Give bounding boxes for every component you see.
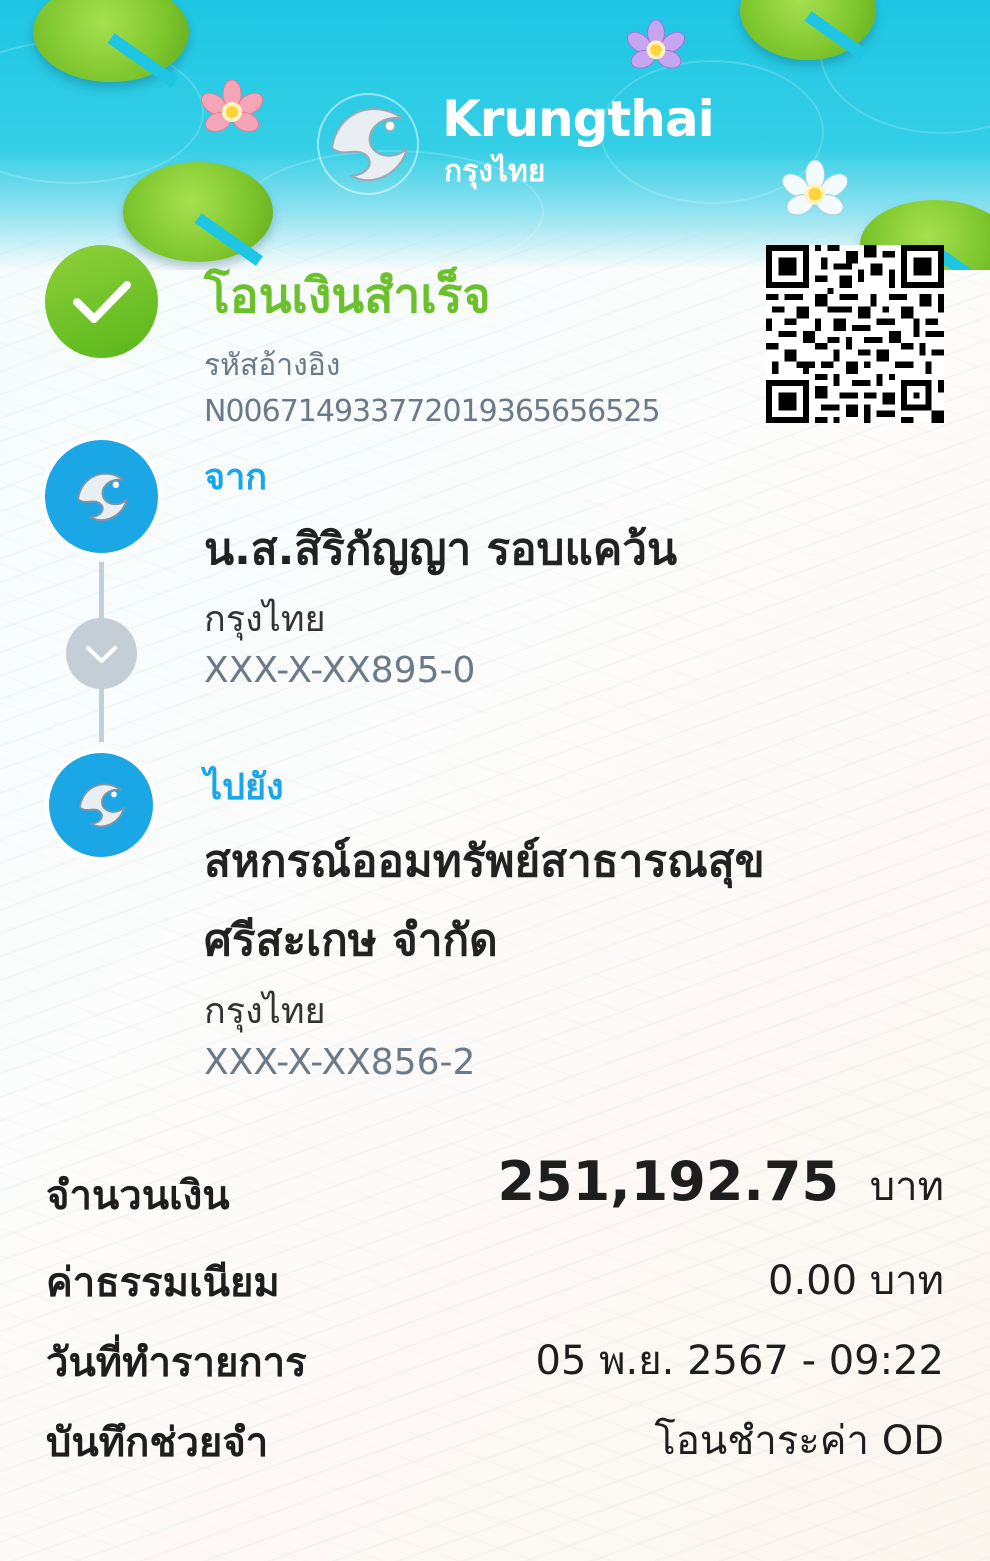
to-label: ไปยัง	[204, 767, 284, 808]
from-label: จาก	[204, 457, 268, 498]
from-bank-avatar	[45, 440, 158, 553]
krungthai-bird-logo-icon	[78, 783, 125, 828]
lotus-flower	[781, 160, 849, 216]
to-bank-avatar	[49, 753, 153, 857]
krungthai-bird-logo-icon	[76, 472, 128, 522]
success-badge	[45, 245, 158, 358]
brand-name-th: กรุงไทย	[444, 154, 546, 189]
krungthai-bird-logo-icon	[317, 93, 419, 195]
lotus-flower	[200, 80, 264, 133]
qr-code[interactable]	[766, 245, 944, 423]
fee-label: ค่าธรรมเนียม	[46, 1260, 280, 1306]
amount-value: 251,192.75	[497, 1150, 840, 1213]
status-title: โอนเงินสำเร็จ	[204, 268, 491, 324]
transfer-direction	[66, 618, 137, 689]
header-banner: Krungthai กรุงไทย	[0, 0, 990, 270]
qr-code-icon	[766, 245, 944, 423]
lotus-flower	[626, 20, 686, 69]
amount-value-group: 251,192.75 บาท	[497, 1150, 944, 1218]
check-icon	[73, 281, 131, 323]
memo-value: โอนชำระค่า OD	[654, 1418, 944, 1464]
brand-name-en: Krungthai	[442, 90, 715, 148]
transfer-slip: Krungthai กรุงไทย โอนเงินสำเร็จ รหัสอ้าง…	[0, 0, 990, 1561]
amount-unit: บาท	[869, 1164, 944, 1210]
date-label: วันที่ทำรายการ	[46, 1340, 307, 1386]
from-name: น.ส.สิริกัญญา รอบแคว้น	[204, 524, 678, 575]
memo-label: บันทึกช่วยจำ	[46, 1420, 269, 1466]
reference-number: N006714933772019365656525	[204, 394, 661, 429]
from-bank: กรุงไทย	[204, 599, 326, 640]
to-bank: กรุงไทย	[204, 991, 326, 1032]
to-account: XXX-X-XX856-2	[204, 1042, 476, 1083]
date-value: 05 พ.ย. 2567 - 09:22	[535, 1338, 945, 1384]
amount-label: จำนวนเงิน	[46, 1173, 230, 1219]
fee-value: 0.00 บาท	[768, 1258, 944, 1304]
to-name-line1: สหกรณ์ออมทรัพย์สาธารณสุข	[204, 836, 765, 887]
reference-label: รหัสอ้างอิง	[204, 348, 341, 383]
krungthai-logo: Krungthai กรุงไทย	[312, 88, 715, 198]
lily-pad	[740, 0, 876, 60]
to-name-line2: ศรีสะเกษ จำกัด	[204, 915, 498, 966]
chevron-down-icon	[86, 646, 117, 663]
from-account: XXX-X-XX895-0	[204, 650, 476, 691]
